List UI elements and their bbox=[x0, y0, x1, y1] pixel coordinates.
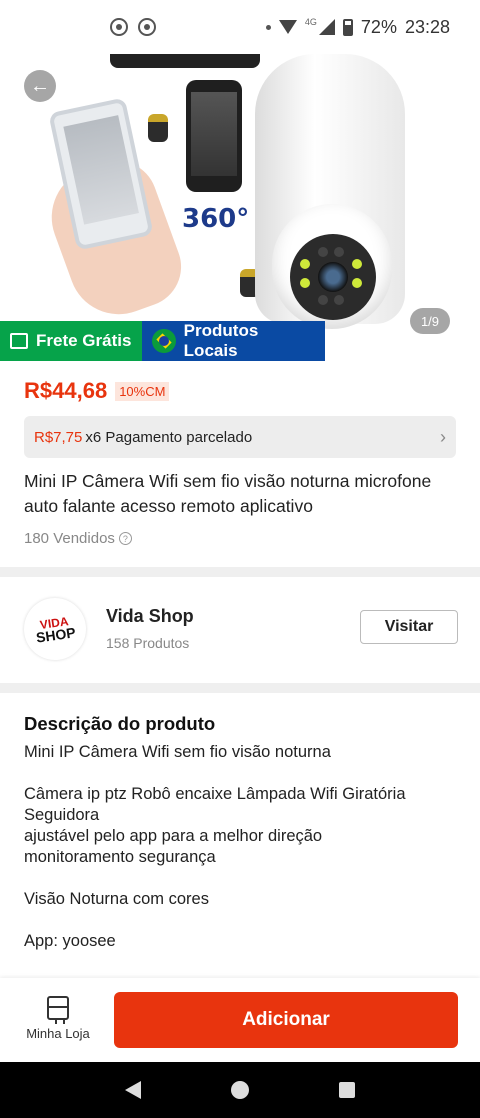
description-line: ajustável pelo app para a melhor direção bbox=[24, 827, 323, 845]
local-products-tag: Produtos Locais bbox=[142, 321, 325, 361]
clock: 23:28 bbox=[404, 16, 450, 37]
price-row: R$44,68 10%CM bbox=[24, 378, 170, 404]
local-products-label: Produtos Locais bbox=[183, 321, 259, 360]
installment-row[interactable]: R$7,75 x6 Pagamento parcelado › bbox=[24, 416, 456, 458]
phone-image bbox=[186, 80, 242, 192]
status-notification-icons bbox=[110, 18, 156, 36]
ticket-icon bbox=[10, 333, 28, 349]
description-line: Câmera ip ptz Robô encaixe Lâmpada Wifi … bbox=[24, 785, 406, 824]
battery-icon bbox=[342, 18, 353, 36]
led-icon bbox=[300, 278, 310, 288]
nav-home-icon[interactable] bbox=[231, 1081, 249, 1099]
wifi-icon bbox=[278, 20, 297, 34]
brazil-flag-icon bbox=[152, 329, 176, 353]
bottom-action-bar: Minha Loja Adicionar bbox=[0, 978, 480, 1062]
visit-shop-button[interactable]: Visitar bbox=[360, 610, 458, 644]
product-title: Mini IP Câmera Wifi sem fio visão noturn… bbox=[24, 471, 432, 516]
sold-count[interactable]: 180 Vendidos ? bbox=[24, 530, 132, 547]
installment-text: x6 Pagamento parcelado bbox=[85, 428, 253, 446]
back-button[interactable]: ← bbox=[24, 70, 56, 102]
record-icon bbox=[110, 18, 128, 36]
rotation-badge: 360° bbox=[182, 204, 250, 234]
led-icon bbox=[300, 259, 310, 269]
status-right: 4G 72% 23:28 bbox=[265, 16, 450, 38]
description-line: App: yoosee bbox=[24, 932, 116, 950]
discount-badge: 10%CM bbox=[115, 381, 170, 401]
description-body: Mini IP Câmera Wifi sem fio visão noturn… bbox=[24, 742, 464, 952]
promo-tags: Frete Grátis Produtos Locais bbox=[0, 321, 325, 361]
free-shipping-tag: Frete Grátis bbox=[0, 321, 142, 361]
my-store-button[interactable]: Minha Loja bbox=[20, 996, 96, 1048]
phone-image bbox=[110, 54, 260, 68]
description-line: monitoramento segurança bbox=[24, 848, 216, 866]
section-divider bbox=[0, 567, 480, 577]
battery-level: 72% bbox=[360, 16, 397, 37]
notification-dot-icon bbox=[265, 24, 271, 30]
help-icon: ? bbox=[118, 532, 132, 545]
description-heading: Descrição do produto bbox=[24, 713, 216, 734]
free-shipping-label: Frete Grátis bbox=[36, 331, 132, 350]
section-divider bbox=[0, 683, 480, 693]
shop-logo-text-bottom: SHOP bbox=[35, 624, 77, 646]
product-price: R$44,68 bbox=[24, 378, 108, 403]
chevron-right-icon: › bbox=[440, 426, 446, 447]
image-counter: 1/9 bbox=[410, 308, 450, 334]
sold-count-label: 180 Vendidos bbox=[24, 530, 115, 547]
nav-back-icon[interactable] bbox=[125, 1081, 141, 1099]
description-line: Mini IP Câmera Wifi sem fio visão noturn… bbox=[24, 743, 331, 761]
add-button[interactable]: Adicionar bbox=[114, 992, 458, 1048]
robot-figure bbox=[148, 114, 168, 142]
camera-lens-image bbox=[290, 234, 376, 320]
my-store-label: Minha Loja bbox=[26, 1026, 90, 1041]
nav-recents-icon[interactable] bbox=[339, 1082, 355, 1098]
status-bar: 4G 72% 23:28 bbox=[0, 0, 480, 54]
description-line: Visão Noturna com cores bbox=[24, 890, 209, 908]
network-type: 4G bbox=[304, 17, 317, 27]
signal-icon bbox=[318, 19, 335, 35]
system-nav-bar bbox=[0, 1062, 480, 1118]
led-icon bbox=[352, 259, 362, 269]
shop-name[interactable]: Vida Shop bbox=[106, 606, 194, 627]
led-icon bbox=[318, 295, 328, 305]
led-icon bbox=[334, 247, 344, 257]
arrow-left-icon: ← bbox=[30, 74, 50, 97]
store-icon bbox=[47, 996, 69, 1024]
led-icon bbox=[334, 295, 344, 305]
led-icon bbox=[318, 247, 328, 257]
shop-product-count: 158 Produtos bbox=[106, 635, 190, 651]
led-icon bbox=[352, 278, 362, 288]
shop-logo[interactable]: VIDA SHOP bbox=[19, 593, 91, 665]
installment-amount: R$7,75 bbox=[34, 428, 83, 446]
record-icon bbox=[138, 18, 156, 36]
